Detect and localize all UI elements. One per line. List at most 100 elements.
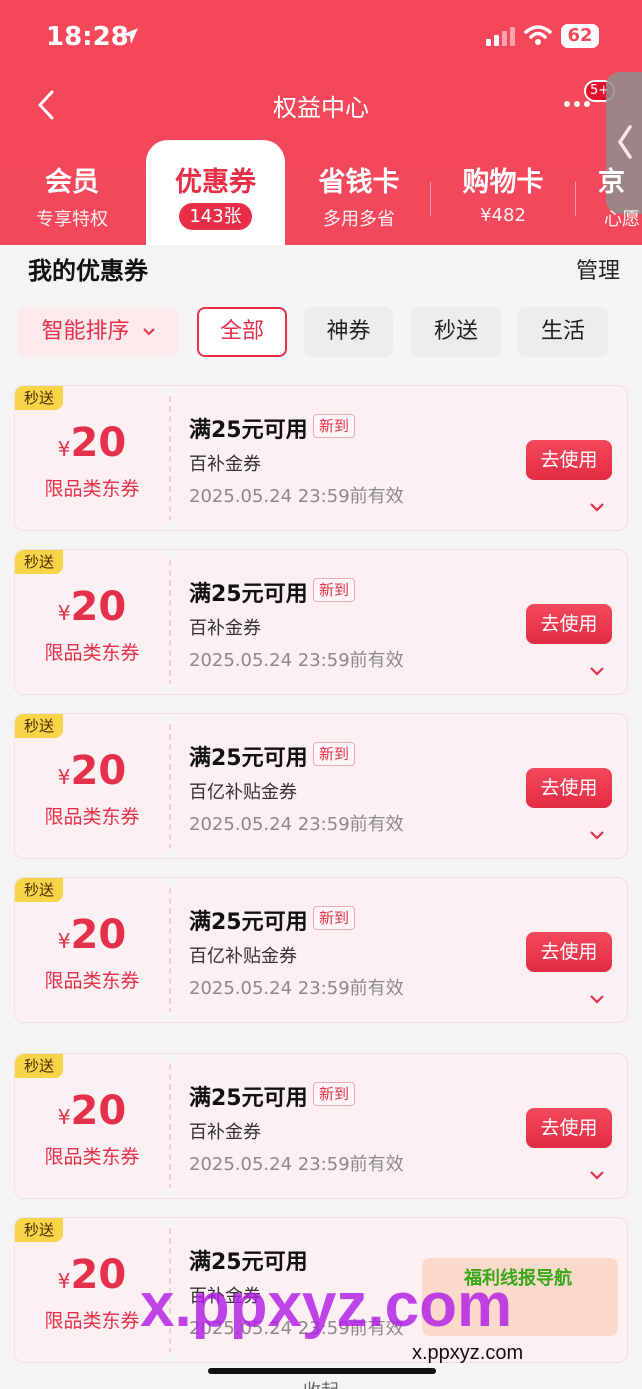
amount-value: 20 <box>70 1088 127 1134</box>
expand-chevron-icon[interactable] <box>589 1170 605 1180</box>
tab-label: 省钱卡 <box>318 167 400 198</box>
smart-sort-dropdown[interactable]: 智能排序 <box>17 307 179 357</box>
amount-value: 20 <box>70 1252 127 1298</box>
filter-super-coupon[interactable]: 神券 <box>304 307 393 357</box>
currency-symbol: ¥ <box>57 929 71 953</box>
tab-divider <box>430 182 431 216</box>
currency-symbol: ¥ <box>57 437 71 461</box>
coupon-card[interactable]: 秒送 ¥20 限品类东券 满25元可用 新到 百亿补贴金券 2025.05.24… <box>14 713 628 859</box>
watermark-main-text: x.ppxyz.com <box>140 1271 513 1340</box>
coupon-notch <box>160 1054 180 1064</box>
coupon-condition: 满25元可用 <box>189 910 308 935</box>
coupon-condition: 满25元可用 <box>189 418 308 443</box>
coupon-condition: 满25元可用 <box>189 746 308 771</box>
tab-sublabel: ¥482 <box>480 205 526 226</box>
expand-chevron-icon[interactable] <box>589 666 605 676</box>
coupon-amount: ¥20 <box>15 1088 169 1134</box>
tab-label: 优惠券 <box>175 167 256 198</box>
collapse-link[interactable]: 收起 <box>0 1377 642 1389</box>
coupon-condition: 满25元可用 <box>189 582 308 607</box>
coupon-expiry: 2025.05.24 23:59前有效 <box>189 650 404 671</box>
wifi-icon <box>524 25 552 45</box>
coupon-type: 百补金券 <box>189 454 261 475</box>
tab-label: 京 <box>598 167 625 198</box>
coupon-amount: ¥20 <box>15 584 169 630</box>
coupon-amount: ¥20 <box>15 748 169 794</box>
coupon-divider <box>169 550 171 694</box>
tab-saving-card[interactable]: 省钱卡 多用多省 <box>288 140 430 245</box>
coupon-notch <box>160 684 180 694</box>
expand-chevron-icon[interactable] <box>589 502 605 512</box>
filter-instant-delivery[interactable]: 秒送 <box>411 307 501 357</box>
coupon-type: 百亿补贴金券 <box>189 782 297 803</box>
coupon-notch <box>160 550 180 560</box>
status-time: 18:28 <box>46 22 129 52</box>
nav-bar: 权益中心 5+ <box>0 76 642 134</box>
use-coupon-button[interactable]: 去使用 <box>526 440 612 480</box>
amount-value: 20 <box>70 584 127 630</box>
new-arrival-tag: 新到 <box>313 742 356 766</box>
manage-button[interactable]: 管理 <box>576 253 620 285</box>
coupon-divider <box>169 878 171 1022</box>
filter-all[interactable]: 全部 <box>197 307 287 357</box>
coupon-divider <box>169 714 171 858</box>
tab-member[interactable]: 会员 专享特权 <box>0 140 144 245</box>
tab-label: 会员 <box>45 167 99 198</box>
expand-chevron-icon[interactable] <box>589 830 605 840</box>
tab-sublabel: 专享特权 <box>36 209 108 230</box>
cellular-signal-icon <box>486 27 515 46</box>
new-arrival-tag: 新到 <box>313 1082 356 1106</box>
coupon-type: 百补金券 <box>189 1122 261 1143</box>
tab-sublabel: 心愿 <box>604 209 640 230</box>
new-arrival-tag: 新到 <box>313 906 356 930</box>
location-arrow-icon <box>122 28 138 44</box>
use-coupon-button[interactable]: 去使用 <box>526 768 612 808</box>
tab-coupons[interactable]: 优惠券 143张 <box>146 140 285 245</box>
coupon-expiry: 2025.05.24 23:59前有效 <box>189 978 404 999</box>
coupon-list-area: 我的优惠券 管理 智能排序 全部 神券 秒送 生活 秒送 ¥20 限品类东券 满… <box>0 245 642 1389</box>
coupon-notch <box>160 1188 180 1198</box>
watermark-sub-text: x.ppxyz.com <box>412 1342 524 1364</box>
status-bar: 18:28 62 <box>0 0 642 72</box>
instant-delivery-tag: 秒送 <box>15 878 63 902</box>
section-title: 我的优惠券 <box>28 257 148 285</box>
coupon-amount: ¥20 <box>15 420 169 466</box>
coupon-notch <box>160 1012 180 1022</box>
instant-delivery-tag: 秒送 <box>15 1218 63 1242</box>
amount-value: 20 <box>70 420 127 466</box>
coupon-scope: 限品类东券 <box>44 478 140 500</box>
coupon-count-badge: 143张 <box>179 203 252 230</box>
currency-symbol: ¥ <box>57 765 71 789</box>
coupon-type: 百补金券 <box>189 618 261 639</box>
use-coupon-button[interactable]: 去使用 <box>526 932 612 972</box>
instant-delivery-tag: 秒送 <box>15 1054 63 1078</box>
coupon-scope: 限品类东券 <box>44 970 140 992</box>
new-arrival-tag: 新到 <box>313 578 356 602</box>
filter-life[interactable]: 生活 <box>518 307 608 357</box>
currency-symbol: ¥ <box>57 601 71 625</box>
chevron-down-icon <box>142 328 155 336</box>
tab-wish[interactable]: 京 心愿 <box>578 140 642 245</box>
coupon-expiry: 2025.05.24 23:59前有效 <box>189 814 404 835</box>
amount-value: 20 <box>70 748 127 794</box>
coupon-type: 百亿补贴金券 <box>189 946 297 967</box>
coupon-notch <box>160 848 180 858</box>
use-coupon-button[interactable]: 去使用 <box>526 1108 612 1148</box>
coupon-card[interactable]: 秒送 ¥20 限品类东券 满25元可用 新到 百补金券 2025.05.24 2… <box>14 549 628 695</box>
currency-symbol: ¥ <box>57 1269 71 1293</box>
coupon-expiry: 2025.05.24 23:59前有效 <box>189 486 404 507</box>
coupon-card[interactable]: 秒送 ¥20 限品类东券 满25元可用 新到 百亿补贴金券 2025.05.24… <box>14 877 628 1023</box>
instant-delivery-tag: 秒送 <box>15 714 63 738</box>
coupon-card[interactable]: 秒送 ¥20 限品类东券 满25元可用 新到 百补金券 2025.05.24 2… <box>14 385 628 531</box>
expand-chevron-icon[interactable] <box>589 994 605 1004</box>
tab-shopping-card[interactable]: 购物卡 ¥482 <box>432 140 574 245</box>
page-title: 权益中心 <box>273 94 369 122</box>
coupon-scope: 限品类东券 <box>44 642 140 664</box>
coupon-card[interactable]: 秒送 ¥20 限品类东券 满25元可用 新到 百补金券 2025.05.24 2… <box>14 1053 628 1199</box>
watermark: x.ppxyz.com x.ppxyz.com <box>140 1270 600 1370</box>
header: 18:28 62 权益中心 5+ 会员 专享特权 优惠券 143张 省钱卡 多用… <box>0 0 642 245</box>
instant-delivery-tag: 秒送 <box>15 386 63 410</box>
use-coupon-button[interactable]: 去使用 <box>526 604 612 644</box>
coupon-scope: 限品类东券 <box>44 1146 140 1168</box>
coupon-notch <box>160 714 180 724</box>
